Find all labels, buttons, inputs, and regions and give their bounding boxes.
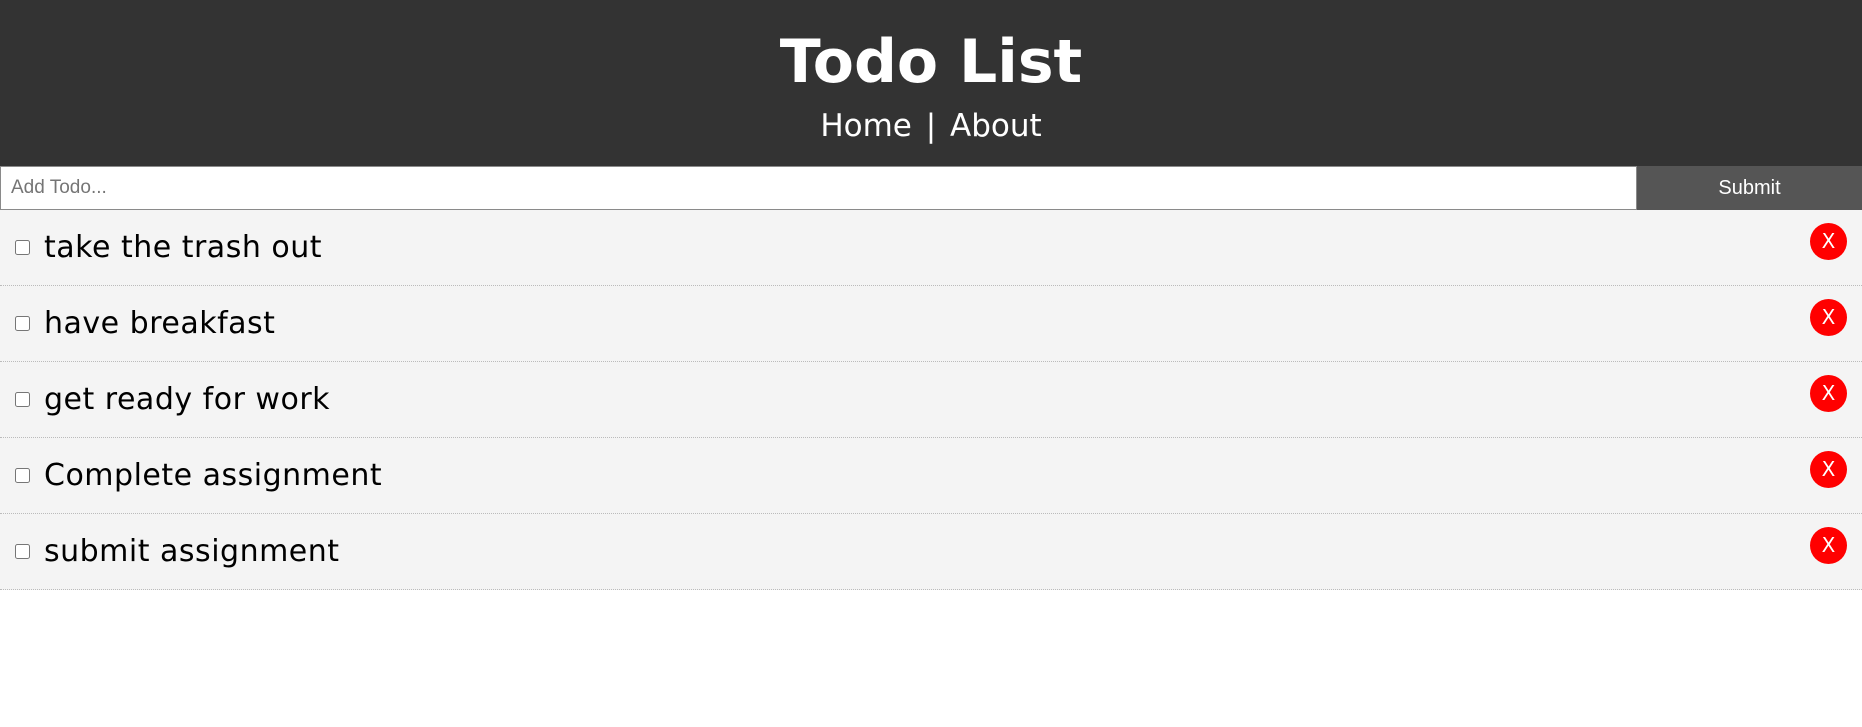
nav-separator: | <box>925 108 937 144</box>
delete-todo-button[interactable]: X <box>1810 375 1847 412</box>
app-header: Todo List Home | About <box>0 0 1862 166</box>
page-title: Todo List <box>779 27 1083 97</box>
todo-checkbox[interactable] <box>15 544 30 559</box>
todo-checkbox[interactable] <box>15 240 30 255</box>
nav-link-about[interactable]: About <box>950 108 1042 144</box>
todo-item: submit assignment X <box>0 514 1862 590</box>
nav-link-home[interactable]: Home <box>820 108 912 144</box>
todo-checkbox[interactable] <box>15 468 30 483</box>
main-nav: Home | About <box>0 104 1862 148</box>
todo-checkbox[interactable] <box>15 392 30 407</box>
submit-button[interactable]: Submit <box>1637 166 1862 210</box>
add-todo-input[interactable] <box>0 166 1637 210</box>
add-todo-form: Submit <box>0 166 1862 210</box>
delete-todo-button[interactable]: X <box>1810 527 1847 564</box>
todo-checkbox[interactable] <box>15 316 30 331</box>
delete-todo-button[interactable]: X <box>1810 451 1847 488</box>
delete-todo-button[interactable]: X <box>1810 299 1847 336</box>
todo-title: Complete assignment <box>44 458 383 493</box>
delete-todo-button[interactable]: X <box>1810 223 1847 260</box>
todo-item: take the trash out X <box>0 210 1862 286</box>
todo-title: have breakfast <box>44 306 276 341</box>
todo-title: get ready for work <box>44 382 331 417</box>
todo-item: have breakfast X <box>0 286 1862 362</box>
todo-list: take the trash out X have breakfast X ge… <box>0 210 1862 590</box>
todo-item: get ready for work X <box>0 362 1862 438</box>
todo-item: Complete assignment X <box>0 438 1862 514</box>
todo-title: submit assignment <box>44 534 340 569</box>
todo-title: take the trash out <box>44 230 323 265</box>
